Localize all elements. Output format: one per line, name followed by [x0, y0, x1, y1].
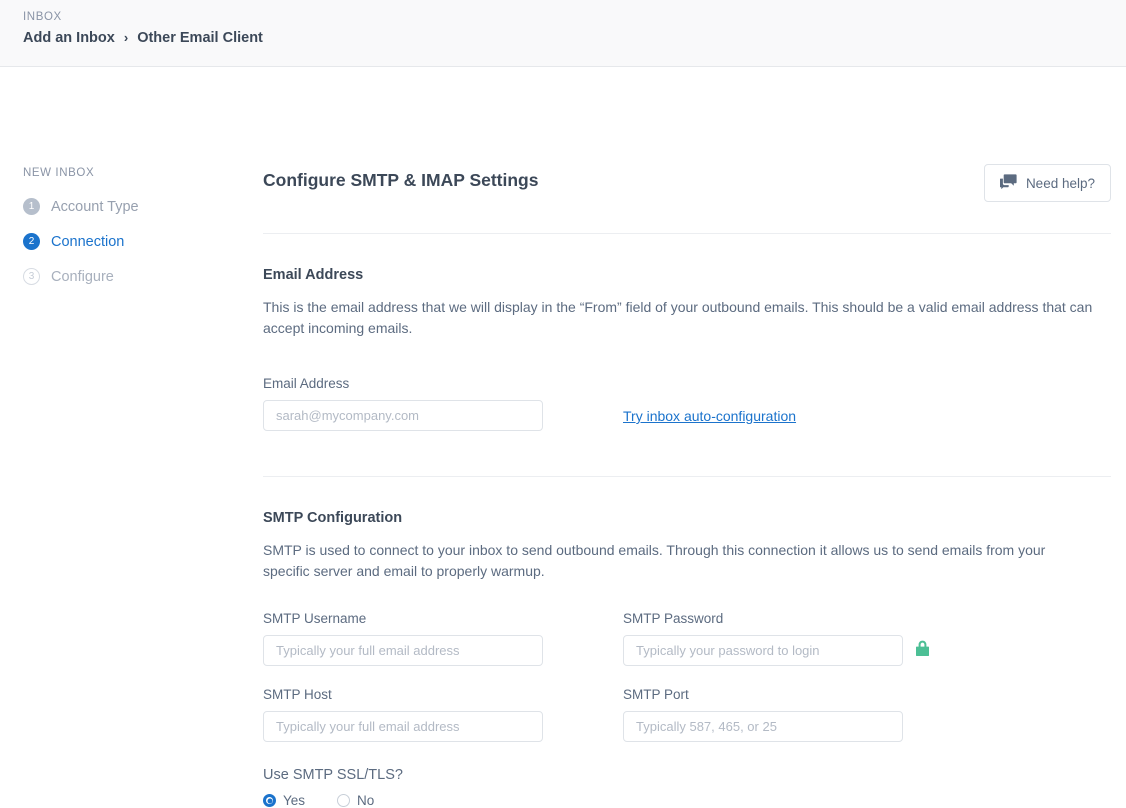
smtp-host-field-group: SMTP Host: [263, 687, 623, 742]
need-help-label: Need help?: [1026, 176, 1095, 191]
sidebar-step-connection[interactable]: 2 Connection: [23, 233, 263, 250]
smtp-port-label: SMTP Port: [623, 687, 983, 702]
email-address-field-group: Email Address: [263, 376, 543, 431]
smtp-port-input[interactable]: [623, 711, 903, 742]
chevron-right-icon: ›: [124, 31, 128, 44]
main-content: Configure SMTP & IMAP Settings Need help…: [263, 67, 1126, 808]
page-layout: NEW INBOX 1 Account Type 2 Connection 3 …: [0, 67, 1126, 808]
step-badge-1: 1: [23, 198, 40, 215]
smtp-configuration-section: SMTP Configuration SMTP is used to conne…: [263, 510, 1111, 808]
breadcrumb-add-an-inbox[interactable]: Add an Inbox: [23, 30, 115, 46]
lock-icon: [915, 640, 930, 662]
smtp-host-label: SMTP Host: [263, 687, 623, 702]
smtp-ssl-question-label: Use SMTP SSL/TLS?: [263, 767, 623, 783]
try-inbox-auto-configuration-link[interactable]: Try inbox auto-configuration: [623, 408, 796, 431]
breadcrumb: Add an Inbox › Other Email Client: [23, 30, 1126, 46]
radio-yes[interactable]: [263, 794, 276, 807]
email-section-title: Email Address: [263, 267, 1111, 283]
content-header: Configure SMTP & IMAP Settings Need help…: [263, 164, 1111, 202]
step-badge-3: 3: [23, 268, 40, 285]
sidebar: NEW INBOX 1 Account Type 2 Connection 3 …: [0, 67, 263, 303]
smtp-username-input[interactable]: [263, 635, 543, 666]
email-section-description: This is the email address that we will d…: [263, 297, 1093, 339]
step-badge-2: 2: [23, 233, 40, 250]
smtp-right-column: SMTP Password SMTP Port: [623, 611, 983, 808]
chat-bubbles-icon: [1000, 174, 1017, 192]
need-help-button[interactable]: Need help?: [984, 164, 1111, 202]
smtp-password-field-group: SMTP Password: [623, 611, 983, 666]
smtp-password-input[interactable]: [623, 635, 903, 666]
smtp-password-label: SMTP Password: [623, 611, 983, 626]
smtp-ssl-yes-option[interactable]: Yes: [263, 793, 305, 808]
sidebar-step-account-type[interactable]: 1 Account Type: [23, 198, 263, 215]
email-address-label: Email Address: [263, 376, 543, 391]
topbar: INBOX Add an Inbox › Other Email Client: [0, 0, 1126, 67]
smtp-host-input[interactable]: [263, 711, 543, 742]
email-address-row: Email Address Try inbox auto-configurati…: [263, 376, 1111, 431]
smtp-ssl-radio-group: Yes No: [263, 793, 623, 808]
sidebar-title: NEW INBOX: [23, 167, 263, 179]
smtp-section-title: SMTP Configuration: [263, 510, 1111, 526]
sidebar-step-configure[interactable]: 3 Configure: [23, 268, 263, 285]
step-label-configure: Configure: [51, 269, 114, 285]
email-address-section: Email Address This is the email address …: [263, 267, 1111, 431]
smtp-port-field-group: SMTP Port: [623, 687, 983, 742]
email-address-input[interactable]: [263, 400, 543, 431]
smtp-fields-grid: SMTP Username SMTP Host Use SMTP SSL/TLS…: [263, 611, 1111, 808]
radio-no[interactable]: [337, 794, 350, 807]
radio-no-label: No: [357, 793, 374, 808]
smtp-section-description: SMTP is used to connect to your inbox to…: [263, 540, 1093, 582]
step-label-connection: Connection: [51, 234, 124, 250]
step-label-account-type: Account Type: [51, 199, 139, 215]
smtp-username-field-group: SMTP Username: [263, 611, 623, 666]
smtp-username-label: SMTP Username: [263, 611, 623, 626]
section-divider: [263, 476, 1111, 477]
header-divider: [263, 233, 1111, 234]
radio-yes-label: Yes: [283, 793, 305, 808]
breadcrumb-current: Other Email Client: [137, 30, 263, 46]
smtp-left-column: SMTP Username SMTP Host Use SMTP SSL/TLS…: [263, 611, 623, 808]
topbar-eyebrow: INBOX: [23, 11, 1126, 23]
page-title: Configure SMTP & IMAP Settings: [263, 164, 538, 191]
smtp-ssl-no-option[interactable]: No: [337, 793, 374, 808]
